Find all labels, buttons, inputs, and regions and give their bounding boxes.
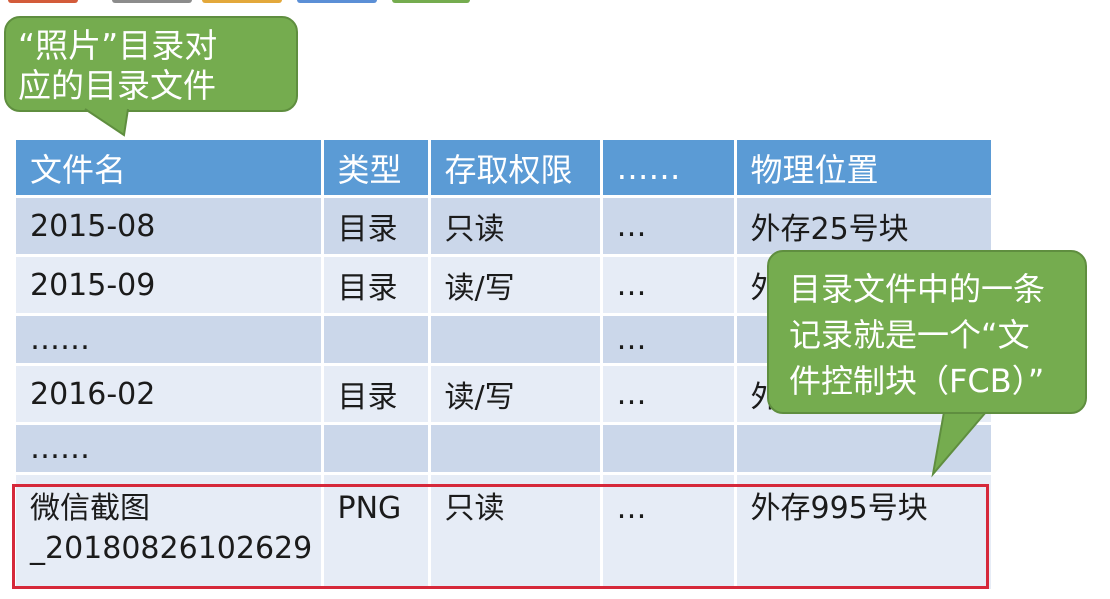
- cell-type: 目录: [322, 255, 431, 316]
- callout-left-line-2: 应的目录文件: [18, 66, 216, 105]
- fcb-callout: 目录文件中的一条 记录就是一个“文 件控制块（FCB）”: [767, 250, 1087, 414]
- photo-directory-callout: “照片”目录对 应的目录文件: [4, 16, 298, 112]
- table-header-row: 文件名 类型 存取权限 …… 物理位置: [16, 140, 991, 198]
- table-row: 2015-08 目录 只读 … 外存25号块: [16, 196, 991, 257]
- cell-type: PNG: [322, 473, 431, 592]
- header-physical-location: 物理位置: [735, 140, 991, 198]
- header-type: 类型: [322, 140, 431, 198]
- callout-right-line-1: 目录文件中的一条: [789, 270, 1046, 308]
- header-more: ……: [601, 140, 737, 198]
- table-row: ……: [16, 423, 991, 475]
- cell-file-name: 2015-09: [16, 255, 324, 316]
- cell-access: 只读: [429, 196, 603, 257]
- tab-indicator-5: [392, 0, 470, 3]
- cell-file-name: 2015-08: [16, 196, 324, 257]
- cell-more: …: [601, 364, 737, 425]
- file-name-line-1: 微信截图: [30, 491, 150, 526]
- cell-access: 只读: [429, 473, 603, 592]
- tab-indicator-4: [297, 0, 377, 3]
- cell-more: …: [601, 473, 737, 592]
- cell-more: [601, 423, 737, 475]
- callout-left-tail: [84, 108, 129, 137]
- cell-file-name: 微信截图 _20180826102629: [16, 473, 324, 592]
- tab-indicator-2: [112, 0, 192, 3]
- cell-more: …: [601, 314, 737, 366]
- cell-more: …: [601, 196, 737, 257]
- header-access-rights: 存取权限: [429, 140, 603, 198]
- cell-location: 外存995号块: [735, 473, 991, 592]
- cell-access: 读/写: [429, 255, 603, 316]
- cell-access: [429, 314, 603, 366]
- top-tab-strip: [0, 0, 1110, 8]
- highlighted-fcb-row: 微信截图 _20180826102629 PNG 只读 … 外存995号块: [16, 473, 991, 592]
- cell-access: [429, 423, 603, 475]
- cell-type: [322, 314, 431, 366]
- callout-right-line-3: 件控制块（FCB）”: [789, 362, 1045, 400]
- cell-file-name: 2016-02: [16, 364, 324, 425]
- cell-more: …: [601, 255, 737, 316]
- cell-access: 读/写: [429, 364, 603, 425]
- tab-indicator-1: [8, 0, 78, 3]
- callout-right-line-2: 记录就是一个“文: [789, 316, 1030, 354]
- callout-right-tail: [931, 411, 987, 478]
- file-name-line-2: _20180826102629: [30, 531, 313, 566]
- cell-file-name: ……: [16, 314, 324, 366]
- cell-type: 目录: [322, 364, 431, 425]
- cell-type: [322, 423, 431, 475]
- callout-left-line-1: “照片”目录对: [18, 26, 218, 65]
- cell-location: 外存25号块: [735, 196, 991, 257]
- header-file-name: 文件名: [16, 140, 324, 198]
- cell-type: 目录: [322, 196, 431, 257]
- tab-indicator-3: [202, 0, 282, 3]
- cell-file-name: ……: [16, 423, 324, 475]
